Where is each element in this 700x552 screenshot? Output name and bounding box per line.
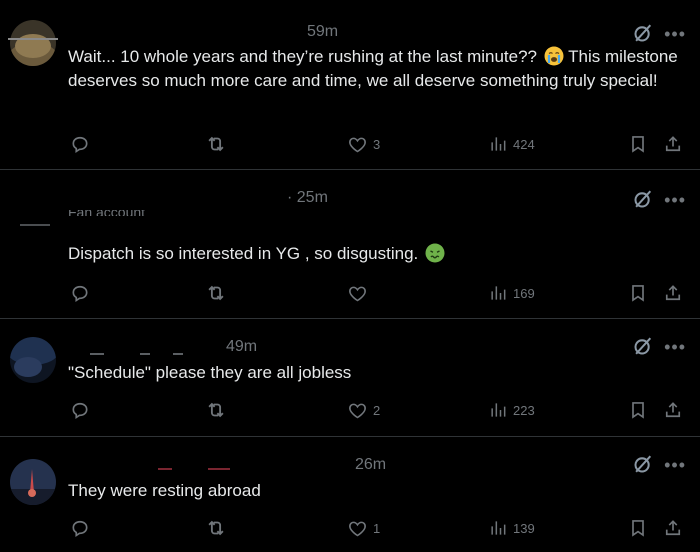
handle-cropped: Fan account	[68, 210, 145, 216]
heart-icon	[347, 283, 368, 304]
post-4[interactable]: 26m ••• They were resting abroad 1 139	[0, 437, 700, 552]
bookmark-icon	[628, 518, 648, 538]
views-icon	[488, 283, 508, 303]
like-count: 1	[373, 520, 381, 536]
share-icon	[663, 283, 683, 303]
more-icon[interactable]: •••	[664, 456, 686, 474]
more-icon[interactable]: •••	[664, 25, 686, 43]
grok-icon[interactable]	[632, 188, 654, 210]
post-text-part-1: Wait... 10 whole years and they’re rushi…	[68, 47, 538, 66]
repost-button[interactable]	[205, 133, 232, 155]
avatar-cropped	[20, 224, 50, 226]
view-count: 424	[513, 136, 535, 152]
views-button[interactable]: 139	[488, 517, 535, 539]
views-button[interactable]: 169	[488, 282, 535, 304]
view-count: 169	[513, 285, 535, 301]
repost-button[interactable]	[205, 399, 232, 421]
share-icon	[663, 134, 683, 154]
like-button[interactable]: 2	[347, 399, 380, 421]
reply-icon	[70, 518, 90, 538]
reply-icon	[70, 134, 90, 154]
heart-icon	[347, 518, 368, 539]
avatar[interactable]	[10, 20, 56, 66]
like-button[interactable]: 1	[347, 517, 380, 539]
bookmark-button[interactable]	[628, 517, 648, 539]
share-icon	[663, 400, 683, 420]
display-name-redacted	[140, 353, 150, 355]
repost-icon	[205, 399, 227, 421]
post-timestamp[interactable]: 59m	[307, 23, 338, 41]
nauseated-face-emoji	[425, 243, 445, 263]
view-count: 223	[513, 402, 535, 418]
post-text: They were resting abroad	[68, 481, 261, 500]
like-button[interactable]	[347, 282, 373, 304]
reply-button[interactable]	[70, 282, 95, 304]
share-button[interactable]	[663, 133, 683, 155]
view-count: 139	[513, 520, 535, 536]
post-3[interactable]: 49m ••• "Schedule" please they are all j…	[0, 319, 700, 437]
share-button[interactable]	[663, 399, 683, 421]
bookmark-button[interactable]	[628, 282, 648, 304]
reply-icon	[70, 400, 90, 420]
bookmark-icon	[628, 283, 648, 303]
views-icon	[488, 518, 508, 538]
post-text: Dispatch is so interested in YG , so dis…	[68, 242, 678, 266]
bookmark-icon	[628, 400, 648, 420]
like-count: 2	[373, 402, 381, 418]
heart-icon	[347, 400, 368, 421]
avatar-image	[10, 337, 56, 383]
bookmark-button[interactable]	[628, 133, 648, 155]
post-1[interactable]: 59m ••• Wait... 10 whole years and they’…	[0, 0, 700, 170]
crying-face-emoji	[544, 46, 564, 66]
avatar-image	[10, 20, 56, 66]
views-button[interactable]: 223	[488, 399, 535, 421]
display-name-redacted	[208, 468, 230, 470]
repost-icon	[205, 282, 227, 304]
repost-icon	[205, 517, 227, 539]
reply-icon	[70, 283, 90, 303]
post-text: Wait... 10 whole years and they’re rushi…	[68, 45, 678, 93]
repost-button[interactable]	[205, 282, 232, 304]
views-icon	[488, 400, 508, 420]
display-name-redacted	[8, 38, 58, 40]
reply-button[interactable]	[70, 517, 95, 539]
heart-icon	[347, 134, 368, 155]
post-text: "Schedule" please they are all jobless	[68, 363, 352, 382]
share-icon	[663, 518, 683, 538]
bookmark-button[interactable]	[628, 399, 648, 421]
repost-icon	[205, 133, 227, 155]
avatar-image	[10, 459, 56, 505]
share-button[interactable]	[663, 517, 683, 539]
post-timestamp[interactable]: 49m	[226, 338, 257, 356]
bookmark-icon	[628, 134, 648, 154]
grok-icon[interactable]	[632, 453, 654, 475]
reply-button[interactable]	[70, 133, 95, 155]
share-button[interactable]	[663, 282, 683, 304]
post-text-content: Dispatch is so interested in YG , so dis…	[68, 244, 419, 263]
post-timestamp[interactable]: 26m	[355, 456, 386, 474]
grok-icon[interactable]	[632, 335, 654, 357]
reply-button[interactable]	[70, 399, 95, 421]
post-timestamp[interactable]: · 25m	[287, 189, 328, 207]
like-count: 3	[373, 136, 381, 152]
views-button[interactable]: 424	[488, 133, 535, 155]
avatar[interactable]	[10, 459, 56, 505]
avatar[interactable]	[10, 337, 56, 383]
post-2[interactable]: Fan account · 25m ••• Dispatch is so int…	[0, 170, 700, 319]
more-icon[interactable]: •••	[664, 191, 686, 209]
display-name-redacted	[173, 353, 183, 355]
views-icon	[488, 134, 508, 154]
display-name-redacted	[90, 353, 104, 355]
like-button[interactable]: 3	[347, 133, 380, 155]
repost-button[interactable]	[205, 517, 232, 539]
display-name-redacted	[158, 468, 172, 470]
grok-icon[interactable]	[632, 22, 654, 44]
more-icon[interactable]: •••	[664, 338, 686, 356]
